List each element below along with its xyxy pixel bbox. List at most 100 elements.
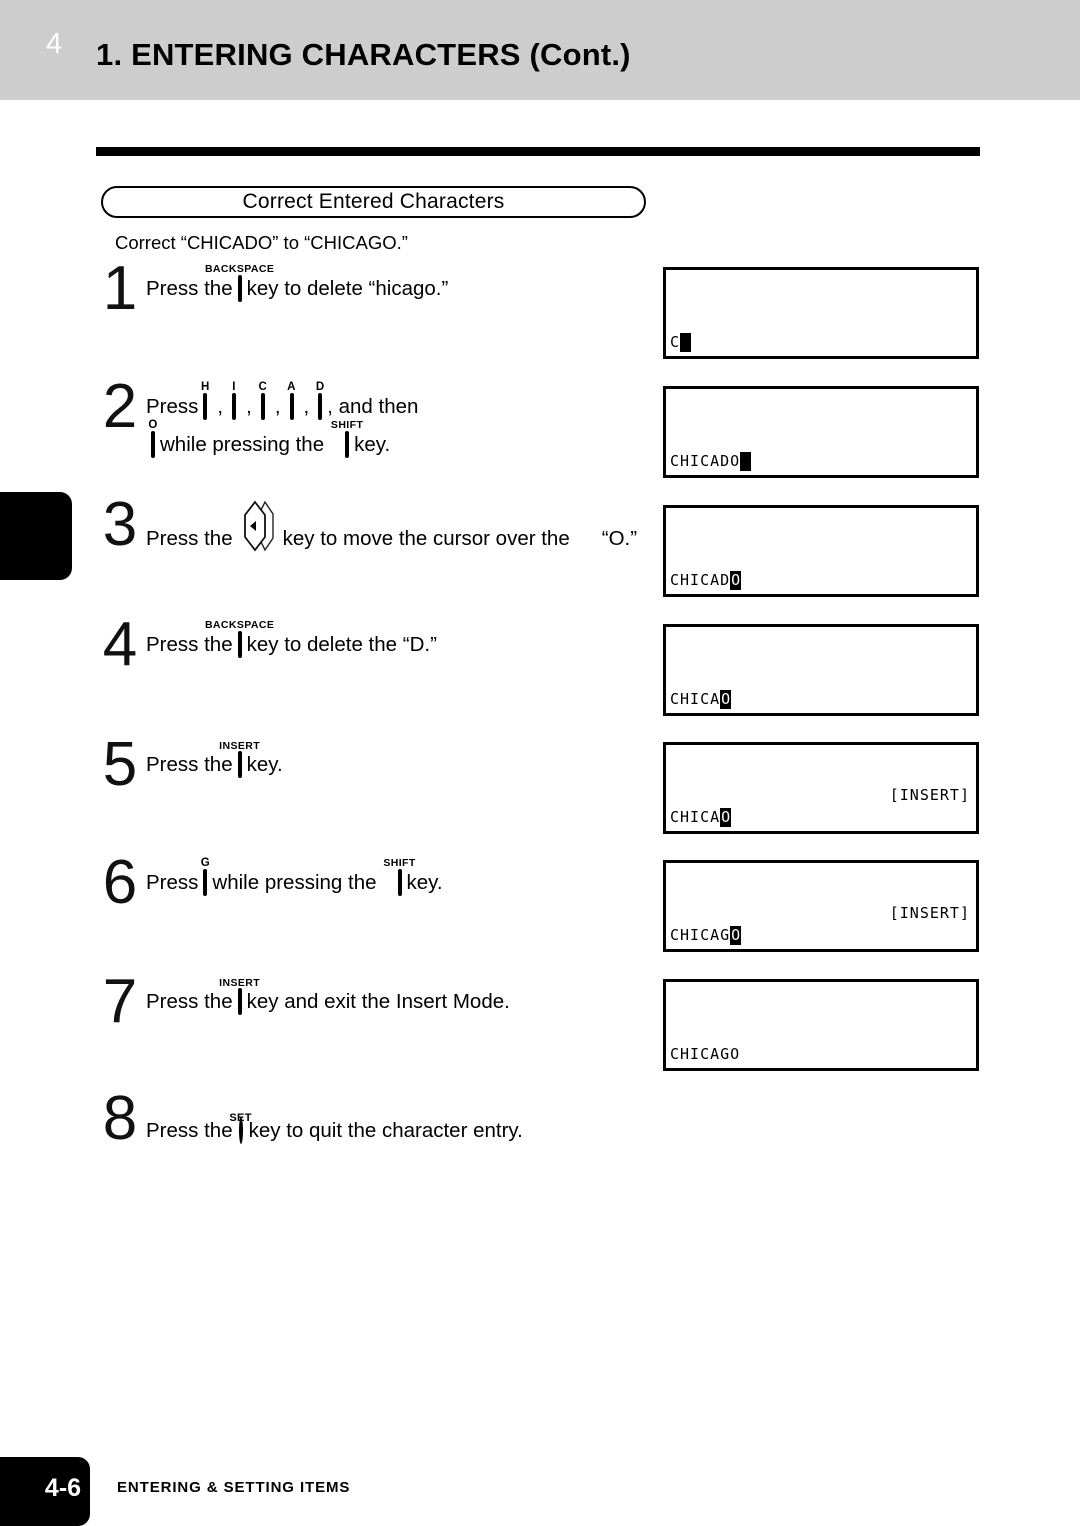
page-title: 1. ENTERING CHARACTERS (Cont.) bbox=[96, 37, 631, 72]
set-key-label: SET bbox=[229, 1112, 252, 1124]
lcd-mode-indicator bbox=[670, 1022, 970, 1043]
lcd-text: CHICA bbox=[670, 808, 721, 826]
lcd-text: C bbox=[670, 333, 681, 351]
lcd-display-4: CHICA O bbox=[663, 624, 979, 716]
step-2-body: Press H , I , C , A , D , and then O whi… bbox=[146, 381, 746, 458]
step-3-body: Press the key to move the cursor over th… bbox=[146, 500, 746, 552]
c-key-label: C bbox=[258, 381, 268, 393]
key-cap bbox=[232, 393, 237, 420]
step-2-text-post: , and then bbox=[327, 395, 419, 418]
a-key-label: A bbox=[287, 381, 296, 393]
key-cap bbox=[237, 988, 242, 1015]
lcd-display-7: CHICAGO bbox=[663, 979, 979, 1071]
step-4-body: Press the BACKSPACE key to delete the “D… bbox=[146, 620, 746, 658]
insert-key-label: INSERT bbox=[219, 740, 261, 752]
step-2-comma-4: , bbox=[303, 395, 310, 418]
step-1-text-post: key to delete “hicago.” bbox=[246, 277, 449, 300]
h-key-icon[interactable]: H bbox=[201, 381, 209, 420]
lcd-display-5: [INSERT] CHICA O bbox=[663, 742, 979, 834]
backspace-key-icon[interactable]: BACKSPACE bbox=[205, 620, 274, 658]
step-2-text-mid: while pressing the bbox=[160, 433, 325, 456]
step-5-text-pre: Press the bbox=[146, 753, 233, 776]
lcd-display-2: CHICADO bbox=[663, 386, 979, 478]
lcd-display-6: [INSERT] CHICAG O bbox=[663, 860, 979, 952]
lcd-content: C bbox=[666, 270, 976, 356]
step-2-number: 2 bbox=[102, 372, 138, 441]
step-3-number: 3 bbox=[102, 490, 138, 559]
section-heading-pill: Correct Entered Characters bbox=[101, 186, 646, 218]
i-key-icon[interactable]: I bbox=[232, 381, 237, 420]
chapter-tab-number: 4 bbox=[45, 27, 63, 60]
step-8-number: 8 bbox=[102, 1084, 138, 1153]
lcd-cursor: O bbox=[720, 690, 732, 709]
i-key-label: I bbox=[232, 381, 236, 393]
step-7-text-post: key and exit the Insert Mode. bbox=[246, 990, 510, 1013]
g-key-label: G bbox=[200, 857, 211, 869]
step-6-text-mid: while pressing the bbox=[212, 871, 377, 894]
lcd-text-row: CHICA O bbox=[670, 688, 970, 711]
key-cap bbox=[203, 393, 208, 420]
step-4-number: 4 bbox=[102, 610, 138, 679]
step-6-text-pre: Press bbox=[146, 871, 199, 894]
header-divider-rule bbox=[96, 147, 980, 156]
step-7-number: 7 bbox=[102, 967, 138, 1036]
lcd-text: CHICAGO bbox=[670, 1045, 741, 1063]
a-key-icon[interactable]: A bbox=[287, 381, 295, 420]
step-6-text-post: key. bbox=[406, 871, 443, 894]
insert-key-icon[interactable]: INSERT bbox=[219, 978, 260, 1015]
insert-key-icon[interactable]: INSERT bbox=[219, 741, 260, 778]
lcd-text-row: CHICAGO bbox=[670, 924, 970, 947]
lcd-content: [INSERT] CHICAG O bbox=[666, 863, 976, 949]
key-cap bbox=[260, 393, 265, 420]
lcd-display-3: CHICAD O bbox=[663, 505, 979, 597]
lcd-mode-indicator bbox=[670, 548, 970, 569]
step-6-body: Press G while pressing the SHIFT key. bbox=[146, 857, 746, 896]
key-cap bbox=[289, 393, 294, 420]
shift-key-label: SHIFT bbox=[383, 857, 416, 869]
d-key-icon[interactable]: D bbox=[316, 381, 324, 420]
step-4-text-pre: Press the bbox=[146, 633, 233, 656]
lcd-mode-indicator: [INSERT] bbox=[889, 786, 970, 804]
step-8-body: Press the SET key to quit the character … bbox=[146, 1102, 746, 1144]
lcd-content: CHICA O bbox=[666, 627, 976, 713]
step-1-number: 1 bbox=[102, 254, 138, 323]
key-cap bbox=[203, 869, 208, 896]
cursor-left-key-icon[interactable] bbox=[239, 500, 277, 552]
key-cap bbox=[237, 751, 242, 778]
o-key-icon[interactable]: O bbox=[148, 419, 157, 458]
step-6-number: 6 bbox=[102, 848, 138, 917]
o-key-label: O bbox=[148, 419, 158, 431]
section-heading-label: Correct Entered Characters bbox=[242, 190, 505, 213]
shift-key-icon[interactable]: SHIFT bbox=[383, 858, 415, 896]
g-key-icon[interactable]: G bbox=[201, 857, 210, 896]
key-cap bbox=[151, 431, 155, 458]
lcd-cursor: O bbox=[720, 808, 732, 827]
lcd-mode-indicator bbox=[670, 429, 970, 450]
key-cap bbox=[318, 393, 323, 420]
lcd-text: CHICADO bbox=[670, 452, 741, 470]
step-2-comma-1: , bbox=[217, 395, 224, 418]
step-2-text-post2: key. bbox=[354, 433, 391, 456]
set-key-icon[interactable]: SET bbox=[229, 1112, 252, 1144]
backspace-key-label: BACKSPACE bbox=[204, 263, 275, 275]
lcd-text: CHICA bbox=[670, 690, 721, 708]
lcd-display-1: C bbox=[663, 267, 979, 359]
lcd-content: CHICADO bbox=[666, 389, 976, 475]
step-3-text-post: key to move the cursor over the bbox=[282, 527, 570, 550]
key-cap bbox=[345, 431, 350, 458]
step-3-text-tail: “O.” bbox=[601, 527, 638, 550]
lcd-content: CHICAGO bbox=[666, 982, 976, 1068]
lcd-cursor bbox=[740, 452, 752, 471]
lcd-text: CHICAG bbox=[670, 926, 731, 944]
shift-key-icon[interactable]: SHIFT bbox=[331, 420, 363, 458]
key-cap bbox=[237, 631, 242, 658]
shift-key-label: SHIFT bbox=[330, 419, 364, 431]
lcd-text-row: C bbox=[670, 331, 970, 354]
step-8-text-post: key to quit the character entry. bbox=[248, 1119, 523, 1142]
lcd-text-row: CHICADO bbox=[670, 450, 970, 473]
step-5-body: Press the INSERT key. bbox=[146, 741, 746, 778]
step-2-comma-3: , bbox=[274, 395, 281, 418]
section-intro-text: Correct “CHICADO” to “CHICAGO.” bbox=[115, 232, 408, 253]
c-key-icon[interactable]: C bbox=[258, 381, 267, 420]
backspace-key-icon[interactable]: BACKSPACE bbox=[205, 264, 274, 302]
